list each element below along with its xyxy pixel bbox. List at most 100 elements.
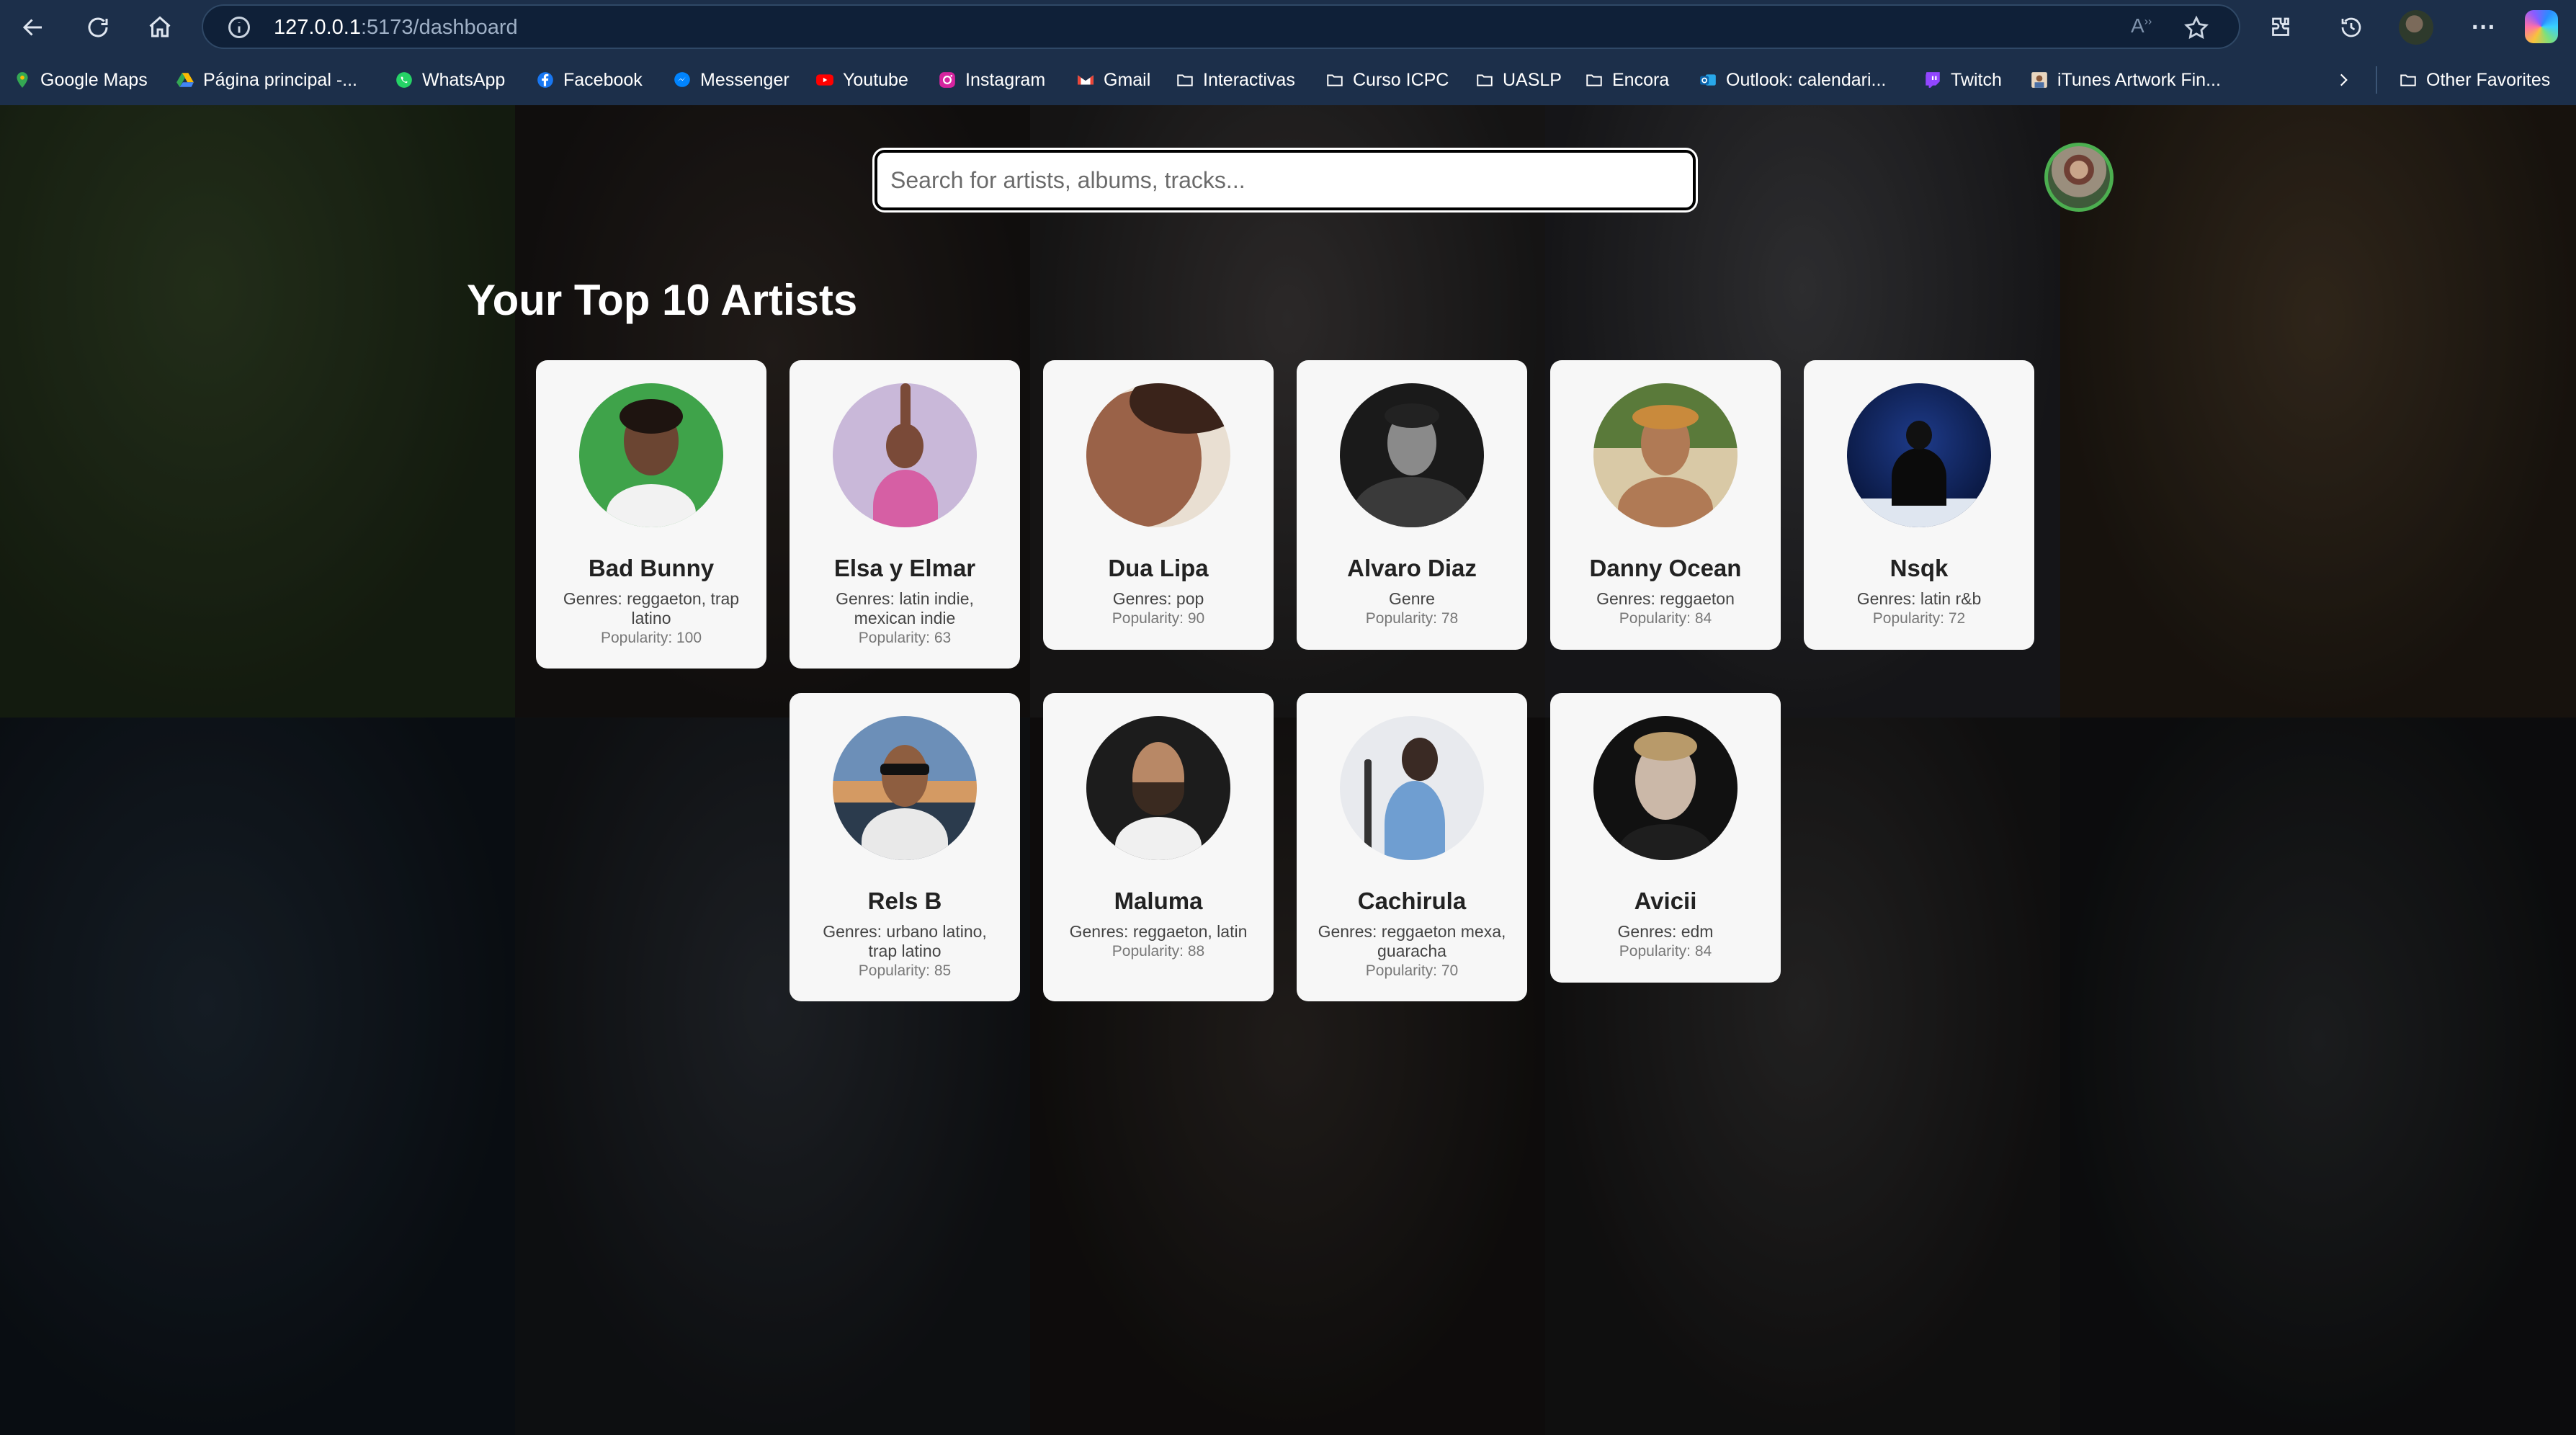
artist-card[interactable]: Danny Ocean Genres: reggaeton Popularity… (1550, 360, 1781, 650)
bookmark-label: UASLP (1503, 69, 1562, 90)
whatsapp-icon (395, 71, 413, 89)
bookmark-whatsapp[interactable]: WhatsApp (395, 66, 505, 94)
artist-name: Maluma (1114, 888, 1203, 914)
artist-popularity: Popularity: 84 (1619, 610, 1712, 627)
bookmarks-bar: Google Maps Página principal -... WhatsA… (0, 55, 2576, 105)
bookmark-label: Outlook: calendari... (1726, 69, 1887, 90)
chevron-right-icon (2334, 71, 2353, 89)
artist-name: Avicii (1634, 888, 1697, 914)
artist-popularity: Popularity: 85 (858, 962, 952, 979)
twitch-icon (1923, 71, 1942, 89)
copilot-icon[interactable] (2525, 10, 2558, 43)
folder-icon (1325, 71, 1344, 89)
url-text: 127.0.0.1:5173/dashboard (274, 16, 518, 40)
back-icon[interactable] (16, 10, 50, 45)
bookmark-facebook[interactable]: Facebook (536, 66, 643, 94)
bookmark-interactivas[interactable]: Interactivas (1176, 66, 1295, 94)
bookmark-youtube[interactable]: Youtube (815, 66, 908, 94)
page-title: Your Top 10 Artists (467, 276, 858, 324)
search-input[interactable] (872, 148, 1698, 213)
artist-card[interactable]: Bad Bunny Genres: reggaeton, trap latino… (536, 360, 766, 669)
artist-name: Dua Lipa (1108, 555, 1209, 581)
bookmark-label: Messenger (700, 69, 790, 90)
site-info-icon[interactable] (226, 14, 252, 40)
artist-popularity: Popularity: 70 (1365, 962, 1459, 979)
artist-card[interactable]: Maluma Genres: reggaeton, latin Populari… (1043, 693, 1274, 1001)
bookmark-uaslp[interactable]: UASLP (1475, 66, 1562, 94)
artist-genres: Genres: reggaeton, latin (1069, 922, 1248, 941)
messenger-icon (673, 71, 692, 89)
bookmarks-overflow-chevron-icon[interactable] (2334, 66, 2353, 94)
folder-icon (1475, 71, 1494, 89)
artist-popularity: Popularity: 100 (600, 630, 702, 646)
artist-photo (579, 383, 723, 527)
artist-popularity: Popularity: 78 (1365, 610, 1459, 627)
artist-photo (833, 716, 977, 860)
bookmark-gmail[interactable]: Gmail (1076, 66, 1150, 94)
artist-popularity: Popularity: 63 (858, 630, 952, 646)
bookmark-outlook[interactable]: Outlook: calendari... (1699, 66, 1886, 94)
bookmark-label: Twitch (1951, 69, 2002, 90)
instagram-icon (938, 71, 957, 89)
artist-popularity: Popularity: 72 (1872, 610, 1966, 627)
artist-genres: Genres: reggaeton, trap latino (563, 589, 740, 627)
artist-card[interactable]: Avicii Genres: edm Popularity: 84 (1550, 693, 1781, 983)
bookmark-google-maps[interactable]: Google Maps (13, 66, 148, 94)
bookmark-pagina-principal[interactable]: Página principal -... (176, 66, 357, 94)
maps-pin-icon (13, 71, 32, 89)
artist-card[interactable]: Dua Lipa Genres: pop Popularity: 90 (1043, 360, 1274, 650)
artist-photo (1847, 383, 1991, 527)
bookmark-twitch[interactable]: Twitch (1923, 66, 2002, 94)
refresh-icon[interactable] (81, 10, 115, 45)
artist-genres: Genres: reggaeton mexa, guaracha (1318, 922, 1506, 960)
bookmark-label: Gmail (1104, 69, 1151, 90)
extensions-icon[interactable] (2263, 10, 2298, 45)
artist-popularity: Popularity: 88 (1112, 943, 1205, 960)
artist-genres: Genres: pop (1112, 589, 1204, 608)
artist-genres: Genres: latin r&b (1856, 589, 1982, 608)
artist-card[interactable]: Nsqk Genres: latin r&b Popularity: 72 (1804, 360, 2034, 650)
gmail-icon (1076, 71, 1095, 89)
bookmark-label: Other Favorites (2426, 69, 2551, 90)
bookmark-instagram[interactable]: Instagram (938, 66, 1045, 94)
bookmarks-separator (2376, 66, 2377, 94)
artist-card[interactable]: Cachirula Genres: reggaeton mexa, guarac… (1297, 693, 1527, 1001)
favorite-star-icon[interactable] (2183, 14, 2210, 42)
url-path: :5173/dashboard (360, 16, 518, 39)
dashboard-page: Your Top 10 Artists Bad Bunny Genres: re… (0, 105, 2576, 1435)
address-bar[interactable]: 127.0.0.1:5173/dashboard A›› (202, 4, 2240, 49)
read-aloud-icon[interactable]: A›› (2131, 14, 2160, 40)
bookmark-curso-icpc[interactable]: Curso ICPC (1325, 66, 1449, 94)
artist-card[interactable]: Elsa y Elmar Genres: latin indie, mexica… (790, 360, 1020, 669)
artist-name: Bad Bunny (588, 555, 715, 581)
artist-name: Cachirula (1357, 888, 1467, 914)
bookmark-label: Facebook (563, 69, 643, 90)
artist-card[interactable]: Rels B Genres: urbano latino, trap latin… (790, 693, 1020, 1001)
facebook-icon (536, 71, 555, 89)
drive-icon (176, 71, 194, 89)
artist-card[interactable]: Alvaro Diaz Genre Popularity: 78 (1297, 360, 1527, 650)
artist-photo (1086, 383, 1230, 527)
bookmark-label: Interactivas (1203, 69, 1295, 90)
home-icon[interactable] (143, 10, 177, 45)
browser-chrome: 127.0.0.1:5173/dashboard A›› ··· Google … (0, 0, 2576, 105)
history-icon[interactable] (2334, 10, 2369, 45)
bookmark-encora[interactable]: Encora (1585, 66, 1669, 94)
artist-name: Nsqk (1889, 555, 1949, 581)
artist-genres: Genre (1389, 589, 1435, 608)
outlook-icon (1699, 71, 1717, 89)
artist-photo (833, 383, 977, 527)
folder-icon (1585, 71, 1604, 89)
bookmark-messenger[interactable]: Messenger (673, 66, 790, 94)
bookmark-itunes-artwork[interactable]: iTunes Artwork Fin... (2030, 66, 2221, 94)
artist-genres: Genres: reggaeton (1596, 589, 1735, 608)
bookmark-label: Página principal -... (203, 69, 358, 90)
artist-photo (1593, 716, 1738, 860)
browser-toolbar: 127.0.0.1:5173/dashboard A›› ··· (0, 0, 2576, 55)
user-avatar[interactable] (2044, 143, 2114, 212)
bookmark-label: Instagram (965, 69, 1046, 90)
bookmark-other-favorites[interactable]: Other Favorites (2399, 66, 2550, 94)
more-menu-icon[interactable]: ··· (2467, 10, 2501, 45)
browser-profile-avatar[interactable] (2399, 10, 2433, 45)
artist-name: Alvaro Diaz (1347, 555, 1477, 581)
